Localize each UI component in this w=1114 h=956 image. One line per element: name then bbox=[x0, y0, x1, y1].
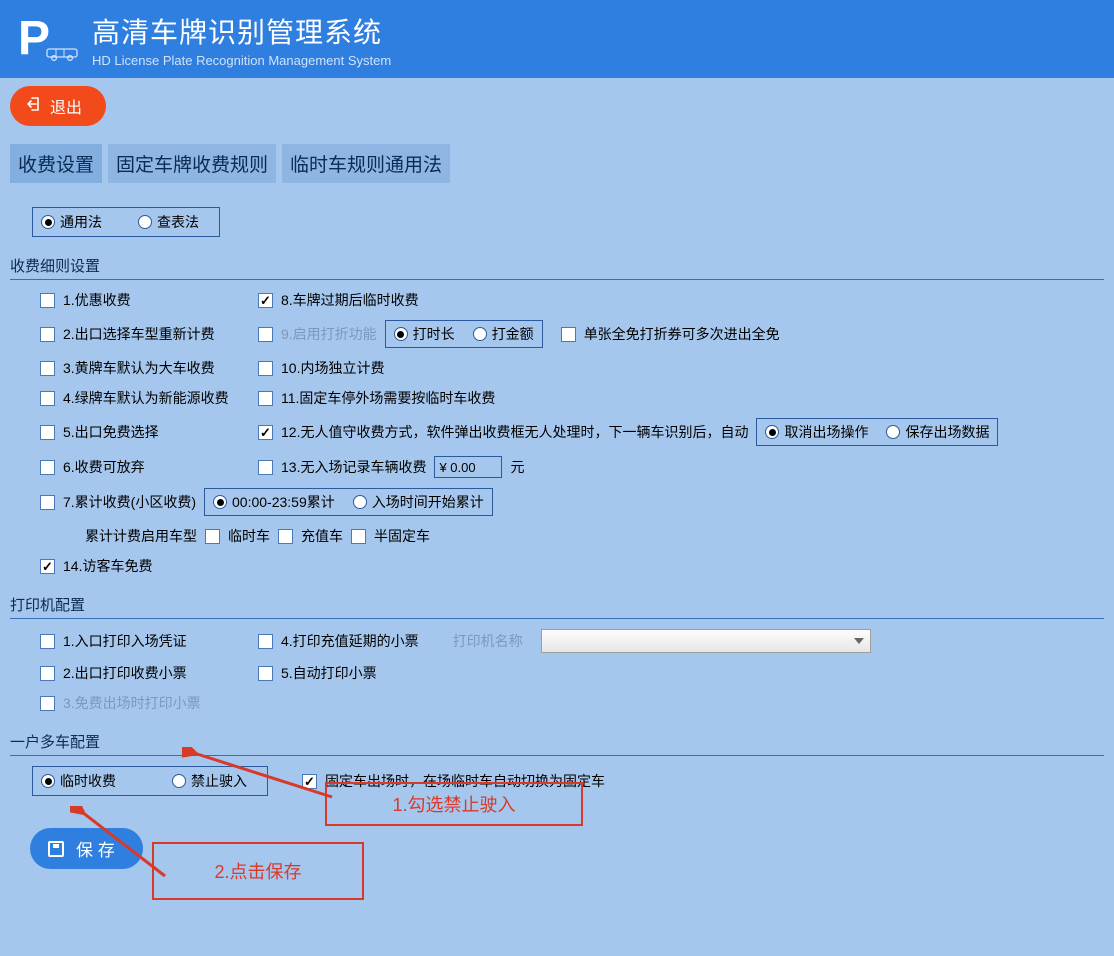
radio-general-label: 通用法 bbox=[60, 212, 102, 232]
cb-auto-switch-fixed[interactable] bbox=[302, 774, 317, 789]
label-save-exit: 保存出场数据 bbox=[905, 422, 989, 442]
accum-period-group: 00:00-23:59累计 入场时间开始累计 bbox=[204, 488, 493, 516]
label-fee-13: 13.无入场记录车辆收费 bbox=[281, 457, 426, 477]
logout-icon bbox=[26, 96, 42, 117]
label-printer-name: 打印机名称 bbox=[453, 631, 523, 651]
radio-accum-full[interactable] bbox=[213, 495, 227, 509]
method-radio-group: 通用法 查表法 bbox=[32, 207, 220, 237]
label-yuan: 元 bbox=[510, 457, 524, 477]
label-fee-4: 4.绿牌车默认为新能源收费 bbox=[63, 388, 229, 408]
label-fee-9: 9.启用打折功能 bbox=[281, 324, 377, 344]
label-accum-types: 累计计费启用车型 bbox=[10, 526, 197, 546]
cb-fee-13[interactable] bbox=[258, 460, 273, 475]
label-fee-10: 10.内场独立计费 bbox=[281, 358, 384, 378]
car-icon bbox=[46, 45, 80, 64]
discount-type-group: 打时长 打金额 bbox=[385, 320, 543, 348]
cb-fee-3[interactable] bbox=[40, 361, 55, 376]
label-fee-9-extra: 单张全免打折券可多次进出全免 bbox=[584, 324, 780, 344]
cb-accum-halffixed[interactable] bbox=[351, 529, 366, 544]
cb-fee-7[interactable] bbox=[40, 495, 55, 510]
section-title-multicar: 一户多车配置 bbox=[10, 731, 1104, 752]
cb-accum-recharge[interactable] bbox=[278, 529, 293, 544]
cb-fee-6[interactable] bbox=[40, 460, 55, 475]
radio-save-exit[interactable] bbox=[886, 425, 900, 439]
label-print-2: 2.出口打印收费小票 bbox=[63, 663, 187, 683]
cb-fee-9[interactable] bbox=[258, 327, 273, 342]
save-button[interactable]: 保 存 bbox=[30, 828, 143, 869]
label-fee-7: 7.累计收费(小区收费) bbox=[63, 492, 196, 512]
content-panel: 退出 收费设置 固定车牌收费规则 临时车规则通用法 通用法 查表法 收费细则设置… bbox=[0, 78, 1114, 956]
unattended-action-group: 取消出场操作 保存出场数据 bbox=[756, 418, 998, 446]
label-fee-6: 6.收费可放弃 bbox=[63, 457, 145, 477]
label-fee-14: 14.访客车免费 bbox=[63, 556, 152, 576]
label-accum-full: 00:00-23:59累计 bbox=[232, 492, 335, 512]
save-icon bbox=[48, 841, 64, 857]
cb-fee-10[interactable] bbox=[258, 361, 273, 376]
exit-button[interactable]: 退出 bbox=[10, 86, 106, 126]
label-no-entry: 禁止驶入 bbox=[191, 771, 247, 791]
cb-print-5[interactable] bbox=[258, 666, 273, 681]
radio-lookup-label: 查表法 bbox=[157, 212, 199, 232]
app-logo: P bbox=[18, 15, 80, 64]
cb-print-2[interactable] bbox=[40, 666, 55, 681]
tab-fee-settings[interactable]: 收费设置 bbox=[10, 144, 102, 183]
radio-accum-entry[interactable] bbox=[353, 495, 367, 509]
label-accum-recharge: 充值车 bbox=[301, 526, 343, 546]
label-cancel-exit: 取消出场操作 bbox=[784, 422, 868, 442]
app-header: P 高清车牌识别管理系统 HD License Plate Recognitio… bbox=[0, 0, 1114, 78]
radio-discount-time[interactable] bbox=[394, 327, 408, 341]
annotation-1: 1.勾选禁止驶入 bbox=[325, 782, 583, 826]
label-temp-fee: 临时收费 bbox=[60, 771, 116, 791]
label-fee-3: 3.黄牌车默认为大车收费 bbox=[63, 358, 215, 378]
multicar-radio-group: 临时收费 禁止驶入 bbox=[32, 766, 268, 796]
cb-fee-1[interactable] bbox=[40, 293, 55, 308]
main-tabs: 收费设置 固定车牌收费规则 临时车规则通用法 bbox=[10, 144, 1104, 183]
annotation-2: 2.点击保存 bbox=[152, 842, 364, 900]
label-fee-8: 8.车牌过期后临时收费 bbox=[281, 290, 419, 310]
cb-fee-11[interactable] bbox=[258, 391, 273, 406]
exit-label: 退出 bbox=[50, 94, 82, 118]
radio-cancel-exit[interactable] bbox=[765, 425, 779, 439]
cb-print-4[interactable] bbox=[258, 634, 273, 649]
label-discount-time: 打时长 bbox=[413, 324, 455, 344]
radio-temp-fee[interactable] bbox=[41, 774, 55, 788]
input-no-entry-fee[interactable] bbox=[434, 456, 502, 478]
app-title-en: HD License Plate Recognition Management … bbox=[92, 53, 391, 68]
chevron-down-icon bbox=[854, 638, 864, 644]
save-label: 保 存 bbox=[76, 836, 115, 861]
label-fee-2: 2.出口选择车型重新计费 bbox=[63, 324, 215, 344]
cb-fee-4[interactable] bbox=[40, 391, 55, 406]
label-print-3: 3.免费出场时打印小票 bbox=[63, 693, 201, 713]
tab-fixed-plate-rules[interactable]: 固定车牌收费规则 bbox=[108, 144, 276, 183]
tab-temp-rules[interactable]: 临时车规则通用法 bbox=[282, 144, 450, 183]
section-title-printer: 打印机配置 bbox=[10, 594, 1104, 615]
label-fee-11: 11.固定车停外场需要按临时车收费 bbox=[281, 388, 495, 408]
label-print-1: 1.入口打印入场凭证 bbox=[63, 631, 187, 651]
label-print-4: 4.打印充值延期的小票 bbox=[281, 631, 419, 651]
cb-fee-14[interactable] bbox=[40, 559, 55, 574]
cb-fee-5[interactable] bbox=[40, 425, 55, 440]
cb-fee-12[interactable] bbox=[258, 425, 273, 440]
label-print-5: 5.自动打印小票 bbox=[281, 663, 377, 683]
radio-no-entry[interactable] bbox=[172, 774, 186, 788]
radio-discount-amount[interactable] bbox=[473, 327, 487, 341]
select-printer[interactable] bbox=[541, 629, 871, 653]
label-fee-12: 12.无人值守收费方式，软件弹出收费框无人处理时，下一辆车识别后，自动 bbox=[281, 422, 748, 442]
label-discount-amount: 打金额 bbox=[492, 324, 534, 344]
label-fee-1: 1.优惠收费 bbox=[63, 290, 131, 310]
section-title-fee: 收费细则设置 bbox=[10, 255, 1104, 276]
radio-general-method[interactable] bbox=[41, 215, 55, 229]
radio-lookup-method[interactable] bbox=[138, 215, 152, 229]
cb-accum-temp[interactable] bbox=[205, 529, 220, 544]
cb-print-3[interactable] bbox=[40, 696, 55, 711]
label-accum-temp: 临时车 bbox=[228, 526, 270, 546]
cb-print-1[interactable] bbox=[40, 634, 55, 649]
label-accum-entry: 入场时间开始累计 bbox=[372, 492, 484, 512]
label-accum-halffixed: 半固定车 bbox=[374, 526, 430, 546]
cb-fee-2[interactable] bbox=[40, 327, 55, 342]
label-fee-5: 5.出口免费选择 bbox=[63, 422, 159, 442]
app-title-cn: 高清车牌识别管理系统 bbox=[92, 11, 391, 51]
cb-fee-9-extra[interactable] bbox=[561, 327, 576, 342]
cb-fee-8[interactable] bbox=[258, 293, 273, 308]
